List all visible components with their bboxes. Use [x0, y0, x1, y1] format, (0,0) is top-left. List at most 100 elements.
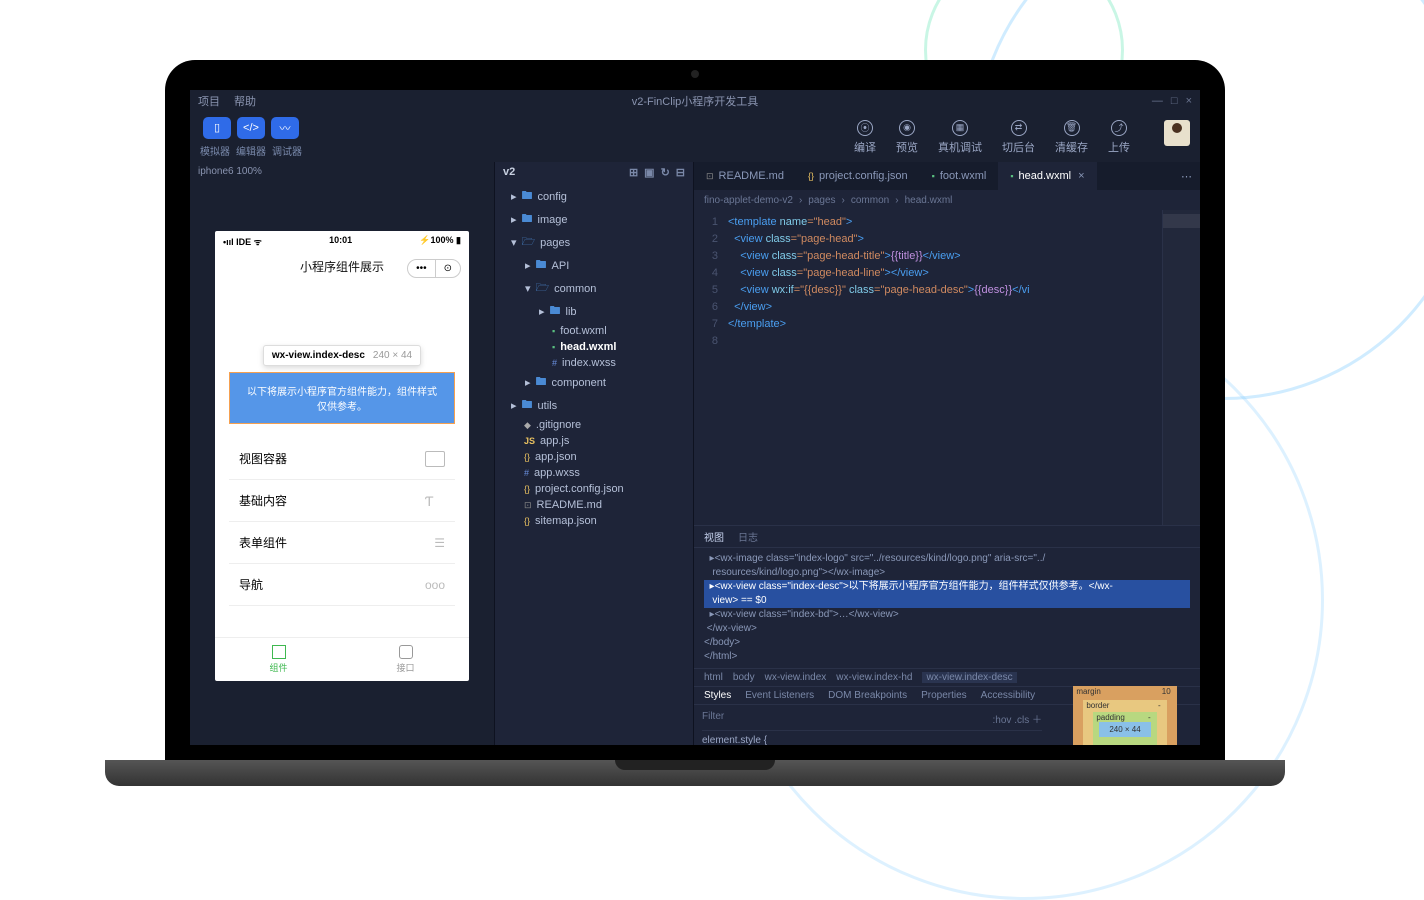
tree-item-common[interactable]: ▾ 🗁 common — [501, 277, 687, 300]
toolbar-upload[interactable]: ⤴上传 — [1108, 120, 1130, 155]
tree-item-API[interactable]: ▸ 🖿 API — [501, 254, 687, 277]
new-file-icon[interactable]: ⊞ — [629, 166, 638, 179]
inspected-element[interactable]: 以下将展示小程序官方组件能力，组件样式仅供参考。 — [229, 372, 455, 424]
tab-head-wxml[interactable]: ▪head.wxml× — [998, 162, 1096, 190]
text-icon: Ƭ — [425, 493, 445, 509]
panel-styles[interactable]: Styles — [704, 690, 731, 701]
tree-item-index-wxss[interactable]: # index.wxss — [501, 355, 687, 371]
api-icon — [399, 645, 413, 659]
panel-listeners[interactable]: Event Listeners — [745, 690, 814, 701]
toolbar-clear-cache[interactable]: 🗑清缓存 — [1055, 120, 1088, 155]
menu-row[interactable]: 视图容器 — [229, 438, 455, 480]
collapse-icon[interactable]: ⊟ — [676, 166, 685, 179]
capsule-more-icon[interactable]: ••• — [408, 260, 435, 277]
tabbar-api[interactable]: 接口 — [342, 638, 469, 681]
refresh-icon[interactable]: ↻ — [661, 166, 670, 179]
new-folder-icon[interactable]: ▣ — [644, 166, 654, 179]
status-battery: ⚡100% ▮ — [419, 235, 461, 248]
toolbar-compile[interactable]: ⦿编译 — [854, 120, 876, 155]
devtools-tab-view[interactable]: 视图 — [704, 529, 724, 544]
tree-item--gitignore[interactable]: ◆ .gitignore — [501, 417, 687, 433]
tree-item-sitemap-json[interactable]: {} sitemap.json — [501, 513, 687, 529]
tabbar-components[interactable]: 组件 — [215, 638, 342, 681]
file-explorer: v2 ⊞ ▣ ↻ ⊟ ▸ 🖿 config▸ 🖿 image▾ 🗁 pages▸… — [494, 162, 694, 745]
list-icon: ☰ — [434, 536, 445, 550]
styles-hov-cls[interactable]: :hov .cls ＋ — [993, 711, 1042, 726]
tree-item-image[interactable]: ▸ 🖿 image — [501, 208, 687, 231]
status-signal: •ııl IDE ᯤ — [223, 235, 262, 248]
code-editor[interactable]: 12345678 <template name="head"> <view cl… — [694, 210, 1200, 525]
tree-item-app-js[interactable]: JS app.js — [501, 433, 687, 449]
tree-item-pages[interactable]: ▾ 🗁 pages — [501, 231, 687, 254]
compile-icon: ⦿ — [857, 120, 873, 136]
editor-tabs: ⊡README.md {}project.config.json ▪foot.w… — [694, 162, 1200, 190]
tab-readme[interactable]: ⊡README.md — [694, 162, 796, 190]
simulator-device-label: iphone6 100% — [190, 162, 494, 181]
tree-item-README-md[interactable]: ⊡ README.md — [501, 497, 687, 513]
tab-foot-wxml[interactable]: ▪foot.wxml — [920, 162, 999, 190]
phone-preview: •ııl IDE ᯤ 10:01 ⚡100% ▮ 小程序组件展示 ••• ⊙ — [215, 231, 469, 681]
tree-item-app-wxss[interactable]: # app.wxss — [501, 465, 687, 481]
trash-icon: 🗑 — [1064, 120, 1080, 136]
tree-item-lib[interactable]: ▸ 🖿 lib — [501, 300, 687, 323]
minimap[interactable] — [1162, 210, 1200, 525]
ide-window: 项目 帮助 v2-FinClip小程序开发工具 — □ × ▯ </> 〰 — [190, 90, 1200, 745]
tree-item-app-json[interactable]: {} app.json — [501, 449, 687, 465]
dots-icon: ooo — [425, 578, 445, 592]
capsule-close-icon[interactable]: ⊙ — [435, 260, 460, 277]
styles-panel[interactable]: Filter:hov .cls ＋ element.style {} .inde… — [694, 705, 1050, 745]
tabs-overflow[interactable]: ⋯ — [1173, 170, 1200, 183]
menubar: 项目 帮助 v2-FinClip小程序开发工具 — □ × — [190, 90, 1200, 112]
grid-icon — [272, 645, 286, 659]
capsule-button[interactable]: ••• ⊙ — [407, 259, 461, 278]
status-time: 10:01 — [329, 235, 352, 248]
toolbar-left-label-0: 模拟器 — [200, 143, 230, 158]
preview-icon: ◉ — [899, 120, 915, 136]
box-model: margin10 border- padding- 240 × 44 — [1050, 705, 1200, 745]
menu-row[interactable]: 基础内容Ƭ — [229, 480, 455, 522]
line-gutter: 12345678 — [694, 210, 724, 525]
tree-item-foot-wxml[interactable]: ▪ foot.wxml — [501, 323, 687, 339]
toolbar-background[interactable]: ⇄切后台 — [1002, 120, 1035, 155]
toolbar-debugger[interactable]: 〰 — [271, 117, 299, 139]
styles-filter[interactable]: Filter — [702, 711, 724, 726]
toolbar-simulator[interactable]: ▯ — [203, 117, 231, 139]
device-icon: ▦ — [952, 120, 968, 136]
window-min[interactable]: — — [1152, 95, 1163, 107]
devtools-tab-log[interactable]: 日志 — [738, 529, 758, 544]
devtools: 视图 日志 ▸<wx-image class="index-logo" src=… — [694, 525, 1200, 745]
tree-item-project-config-json[interactable]: {} project.config.json — [501, 481, 687, 497]
tree-item-utils[interactable]: ▸ 🖿 utils — [501, 394, 687, 417]
laptop-frame: 项目 帮助 v2-FinClip小程序开发工具 — □ × ▯ </> 〰 — [165, 60, 1225, 786]
background-icon: ⇄ — [1011, 120, 1027, 136]
menu-project[interactable]: 项目 — [198, 93, 220, 109]
toolbar-device-debug[interactable]: ▦真机调试 — [938, 120, 982, 155]
toolbar-editor[interactable]: </> — [237, 117, 265, 139]
toolbar: ▯ </> 〰 模拟器 编辑器 调试器 ⦿编译 ◉预览 ▦真机调试 ⇄切后台 — [190, 112, 1200, 162]
close-icon[interactable]: × — [1078, 170, 1084, 182]
tree-item-config[interactable]: ▸ 🖿 config — [501, 185, 687, 208]
window-title: v2-FinClip小程序开发工具 — [632, 93, 759, 109]
menu-row[interactable]: 导航ooo — [229, 564, 455, 606]
window-close[interactable]: × — [1186, 95, 1192, 107]
breadcrumb: fino-applet-demo-v2›pages›common›head.wx… — [694, 190, 1200, 210]
simulator-pane: iphone6 100% •ııl IDE ᯤ 10:01 ⚡100% ▮ 小程… — [190, 162, 494, 745]
avatar[interactable] — [1164, 120, 1190, 146]
tree-item-component[interactable]: ▸ 🖿 component — [501, 371, 687, 394]
menu-help[interactable]: 帮助 — [234, 93, 256, 109]
tree-item-head-wxml[interactable]: ▪ head.wxml — [501, 339, 687, 355]
inspect-tooltip: wx-view.index-desc 240 × 44 — [263, 345, 421, 366]
window-max[interactable]: □ — [1171, 95, 1178, 107]
menu-row[interactable]: 表单组件☰ — [229, 522, 455, 564]
panel-accessibility[interactable]: Accessibility — [981, 690, 1035, 701]
panel-dom-bp[interactable]: DOM Breakpoints — [828, 690, 907, 701]
toolbar-preview[interactable]: ◉预览 — [896, 120, 918, 155]
container-icon — [425, 451, 445, 467]
explorer-root: v2 — [503, 166, 515, 179]
panel-properties[interactable]: Properties — [921, 690, 967, 701]
dom-tree[interactable]: ▸<wx-image class="index-logo" src="../re… — [694, 548, 1200, 668]
toolbar-left-label-2: 调试器 — [272, 143, 302, 158]
tab-project-config[interactable]: {}project.config.json — [796, 162, 920, 190]
dom-breadcrumb[interactable]: htmlbodywx-view.indexwx-view.index-hdwx-… — [694, 668, 1200, 686]
toolbar-left-label-1: 编辑器 — [236, 143, 266, 158]
